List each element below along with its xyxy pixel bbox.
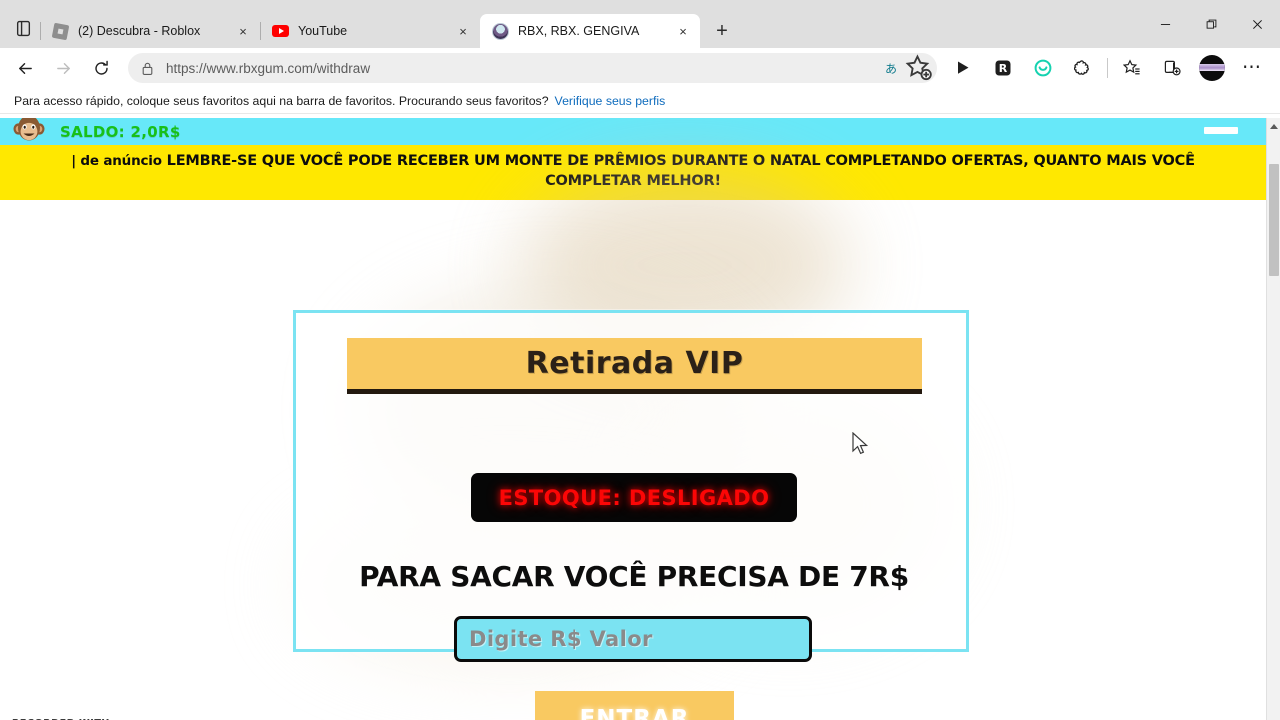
tab-close-icon[interactable]: ×: [454, 22, 472, 40]
youtube-icon: [272, 23, 289, 40]
page-main: Retirada VIP ESTOQUE: DESLIGADO PARA SAC…: [0, 170, 1266, 720]
maximize-restore-button[interactable]: [1188, 4, 1234, 44]
web-page: SALDO: 2,0R$ | de anúncio LEMBRE-SE QUE …: [0, 118, 1266, 720]
site-header-bar: SALDO: 2,0R$: [0, 118, 1266, 145]
window-controls: [1142, 0, 1280, 48]
header-decoration: [1204, 127, 1238, 134]
extension-green-icon[interactable]: [1027, 52, 1059, 84]
user-avatar-icon: [12, 118, 46, 145]
check-profiles-link[interactable]: Verifique seus perfis: [555, 94, 666, 108]
minimize-button[interactable]: [1142, 4, 1188, 44]
submit-button-label: ENTRAR: [579, 706, 690, 720]
page-viewport: SALDO: 2,0R$ | de anúncio LEMBRE-SE QUE …: [0, 118, 1280, 720]
tab-actions-icon[interactable]: [6, 11, 40, 45]
forward-arrow-icon[interactable]: [46, 51, 80, 85]
tab-strip: (2) Descubra - Roblox × YouTube × RBX, R…: [0, 0, 1142, 48]
withdraw-card: Retirada VIP ESTOQUE: DESLIGADO PARA SAC…: [293, 310, 969, 720]
browser-tab[interactable]: YouTube ×: [260, 14, 480, 48]
tab-close-icon[interactable]: ×: [234, 22, 252, 40]
browser-window: (2) Descubra - Roblox × YouTube × RBX, R…: [0, 0, 1280, 720]
tab-close-icon[interactable]: ×: [674, 22, 692, 40]
title-bar: (2) Descubra - Roblox × YouTube × RBX, R…: [0, 0, 1280, 48]
scroll-up-icon[interactable]: [1267, 118, 1280, 134]
browser-tab-active[interactable]: RBX, RBX. GENGIVA ×: [480, 14, 700, 48]
favorites-icon[interactable]: [1116, 52, 1148, 84]
navigation-bar: https://www.rbxgum.com/withdraw あ R ⋯: [0, 48, 1280, 88]
address-bar[interactable]: https://www.rbxgum.com/withdraw あ: [128, 53, 937, 83]
page-scrollbar[interactable]: [1266, 118, 1280, 720]
toolbar-icons: R ⋯: [943, 52, 1272, 84]
amount-input-placeholder: Digite R$ Valor: [469, 627, 653, 652]
toolbar-divider: [1107, 58, 1108, 78]
tab-title: YouTube: [298, 24, 348, 38]
mouse-cursor: [852, 431, 870, 458]
profile-avatar[interactable]: [1196, 52, 1228, 84]
add-favorite-icon[interactable]: [905, 54, 933, 81]
submit-button[interactable]: ENTRAR: [535, 691, 734, 720]
card-title-banner: Retirada VIP: [347, 338, 922, 395]
lock-icon: [140, 61, 155, 76]
tab-title: (2) Descubra - Roblox: [78, 24, 201, 38]
card-title: Retirada VIP: [525, 346, 744, 382]
close-window-button[interactable]: [1234, 4, 1280, 44]
more-options-icon[interactable]: ⋯: [1236, 52, 1268, 84]
stock-status-badge: ESTOQUE: DESLIGADO: [471, 473, 797, 523]
collections-icon[interactable]: [1156, 52, 1188, 84]
back-arrow-icon[interactable]: [8, 51, 42, 85]
roblox-icon: [51, 22, 70, 40]
balance-text: SALDO: 2,0R$: [60, 122, 181, 141]
translate-icon[interactable]: あ: [877, 55, 905, 81]
svg-text:R: R: [999, 62, 1008, 75]
tab-title: RBX, RBX. GENGIVA: [518, 24, 640, 38]
favorites-bar: Para acesso rápido, coloque seus favorit…: [0, 88, 1280, 114]
browser-tab[interactable]: (2) Descubra - Roblox ×: [40, 14, 260, 48]
stock-status-text: ESTOQUE: DESLIGADO: [498, 485, 770, 510]
new-tab-button[interactable]: +: [706, 15, 738, 47]
extension-puzzle-icon[interactable]: [1067, 52, 1099, 84]
omnibox-actions: あ: [877, 54, 933, 81]
collections-roblox-icon[interactable]: R: [987, 52, 1019, 84]
favorites-hint-text: Para acesso rápido, coloque seus favorit…: [14, 93, 549, 108]
requirement-text: PARA SACAR VOCÊ PRECISA DE 7R$: [359, 560, 909, 594]
site-avatar-icon: [492, 22, 509, 40]
scrollbar-thumb[interactable]: [1269, 164, 1279, 276]
refresh-icon[interactable]: [84, 51, 118, 85]
amount-input[interactable]: Digite R$ Valor: [454, 616, 812, 663]
read-aloud-icon[interactable]: [947, 52, 979, 84]
url-text: https://www.rbxgum.com/withdraw: [166, 60, 371, 76]
ad-banner-prefix: | de anúncio: [71, 153, 162, 169]
